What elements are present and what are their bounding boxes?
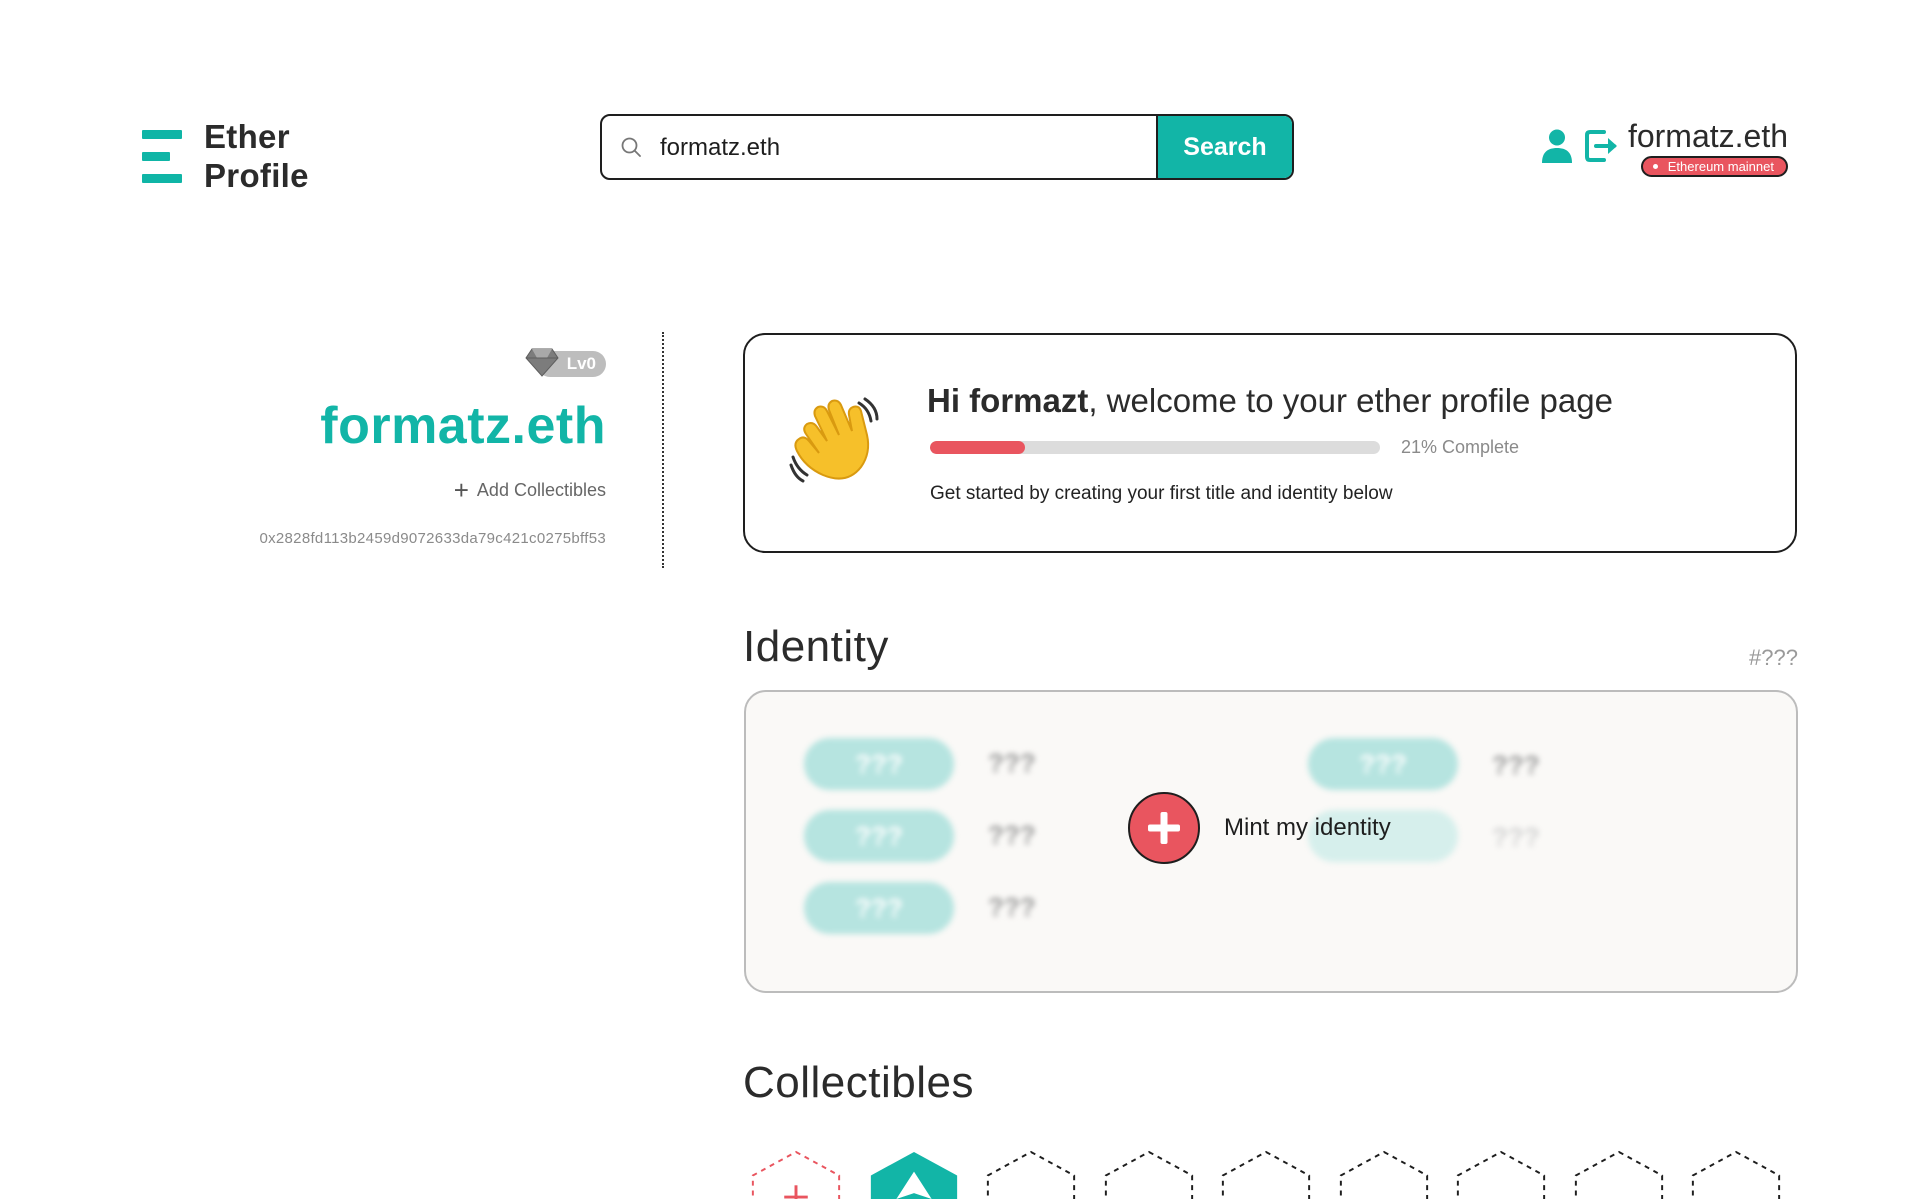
menu-logo-icon <box>142 125 182 187</box>
account-name[interactable]: formatz.eth <box>1628 118 1788 154</box>
hexagon-icon <box>1574 1150 1663 1199</box>
search-bar: Search <box>600 114 1294 180</box>
profile-name: formatz.eth <box>320 396 606 455</box>
user-icon[interactable] <box>1540 128 1574 169</box>
column-divider <box>662 332 664 568</box>
collectible-slot-empty[interactable] <box>1101 1150 1197 1199</box>
identity-placeholder-text: ??? <box>1492 822 1540 852</box>
welcome-card: Hi formazt, welcome to your ether profil… <box>743 333 1797 553</box>
identity-placeholder-pill: ??? <box>804 738 954 790</box>
search-input[interactable] <box>660 116 1156 178</box>
identity-placeholder-text: ??? <box>988 748 1036 778</box>
app-logo[interactable]: Ether Profile <box>142 117 309 195</box>
add-collectibles-link[interactable]: + Add Collectibles <box>453 475 606 505</box>
collectible-slot-empty[interactable] <box>1218 1150 1314 1199</box>
hexagon-icon <box>1339 1150 1428 1199</box>
identity-placeholder-text: ??? <box>988 820 1036 850</box>
collectible-slot-empty[interactable] <box>1336 1150 1432 1199</box>
add-collectibles-label: Add Collectibles <box>476 479 606 500</box>
identity-placeholder-text: ??? <box>1492 750 1540 780</box>
identity-placeholder-pill: ??? <box>1308 738 1458 790</box>
hexagon-icon <box>986 1150 1076 1199</box>
logout-icon[interactable] <box>1584 128 1620 169</box>
hexagon-icon <box>1691 1150 1781 1199</box>
wallet-address: 0x2828fd113b2459d9072633da79c421c0275bff… <box>259 530 606 547</box>
search-button[interactable]: Search <box>1156 116 1292 178</box>
status-dot-icon <box>1652 164 1658 169</box>
hexagon-icon <box>1104 1150 1193 1199</box>
hexagon-icon <box>1456 1150 1546 1199</box>
diamond-icon <box>525 347 559 382</box>
identity-placeholder-pill: ??? <box>804 810 954 862</box>
waving-hand-icon <box>789 397 879 492</box>
identity-panel: ??? ??? ??? ??? ??? ??? ??? ??? ??? Mint… <box>744 690 1798 993</box>
app-title-line1: Ether <box>204 118 290 155</box>
collectible-slot-owned[interactable] <box>866 1150 962 1199</box>
progress-label: 21% Complete <box>1401 437 1520 457</box>
collectible-slot-empty[interactable] <box>1571 1150 1667 1199</box>
collectible-slot-empty[interactable] <box>1688 1150 1784 1199</box>
mint-identity-button[interactable]: Mint my identity <box>1128 792 1391 864</box>
mint-identity-label: Mint my identity <box>1224 814 1391 841</box>
hexagon-icon <box>870 1151 957 1199</box>
collectibles-heading: Collectibles <box>743 1058 974 1107</box>
identity-placeholder-pill: ??? <box>804 882 954 934</box>
app-title: Ether Profile <box>204 117 309 195</box>
welcome-greeting-rest: , welcome to your ether profile page <box>1088 382 1613 419</box>
profile-progress-bar <box>930 441 1380 454</box>
plus-icon <box>1128 792 1200 864</box>
collectible-slot-empty[interactable] <box>983 1150 1079 1199</box>
collectibles-row <box>748 1150 1806 1199</box>
welcome-greeting: Hi formazt <box>927 382 1089 419</box>
network-label: Ethereum mainnet <box>1667 159 1774 174</box>
collectible-slot-empty[interactable] <box>1453 1150 1549 1199</box>
identity-number: #??? <box>1749 645 1798 670</box>
plus-icon: + <box>453 475 469 505</box>
identity-heading: Identity <box>743 622 889 671</box>
profile-summary: Lv0 formatz.eth + Add Collectibles 0x282… <box>150 348 606 547</box>
identity-placeholder-text: ??? <box>988 892 1036 922</box>
add-collectible-slot[interactable] <box>748 1150 844 1199</box>
network-badge: Ethereum mainnet <box>1640 156 1788 177</box>
welcome-title: Hi formazt, welcome to your ether profil… <box>927 382 1613 420</box>
search-icon <box>602 116 660 178</box>
level-badge: Lv0 <box>525 348 606 378</box>
welcome-subtitle: Get started by creating your first title… <box>930 483 1393 504</box>
account-area: formatz.eth Ethereum mainnet <box>1540 118 1788 177</box>
hexagon-icon <box>751 1150 841 1199</box>
app-title-line2: Profile <box>204 157 309 194</box>
hexagon-icon <box>1221 1150 1311 1199</box>
profile-progress-fill <box>930 441 1025 454</box>
